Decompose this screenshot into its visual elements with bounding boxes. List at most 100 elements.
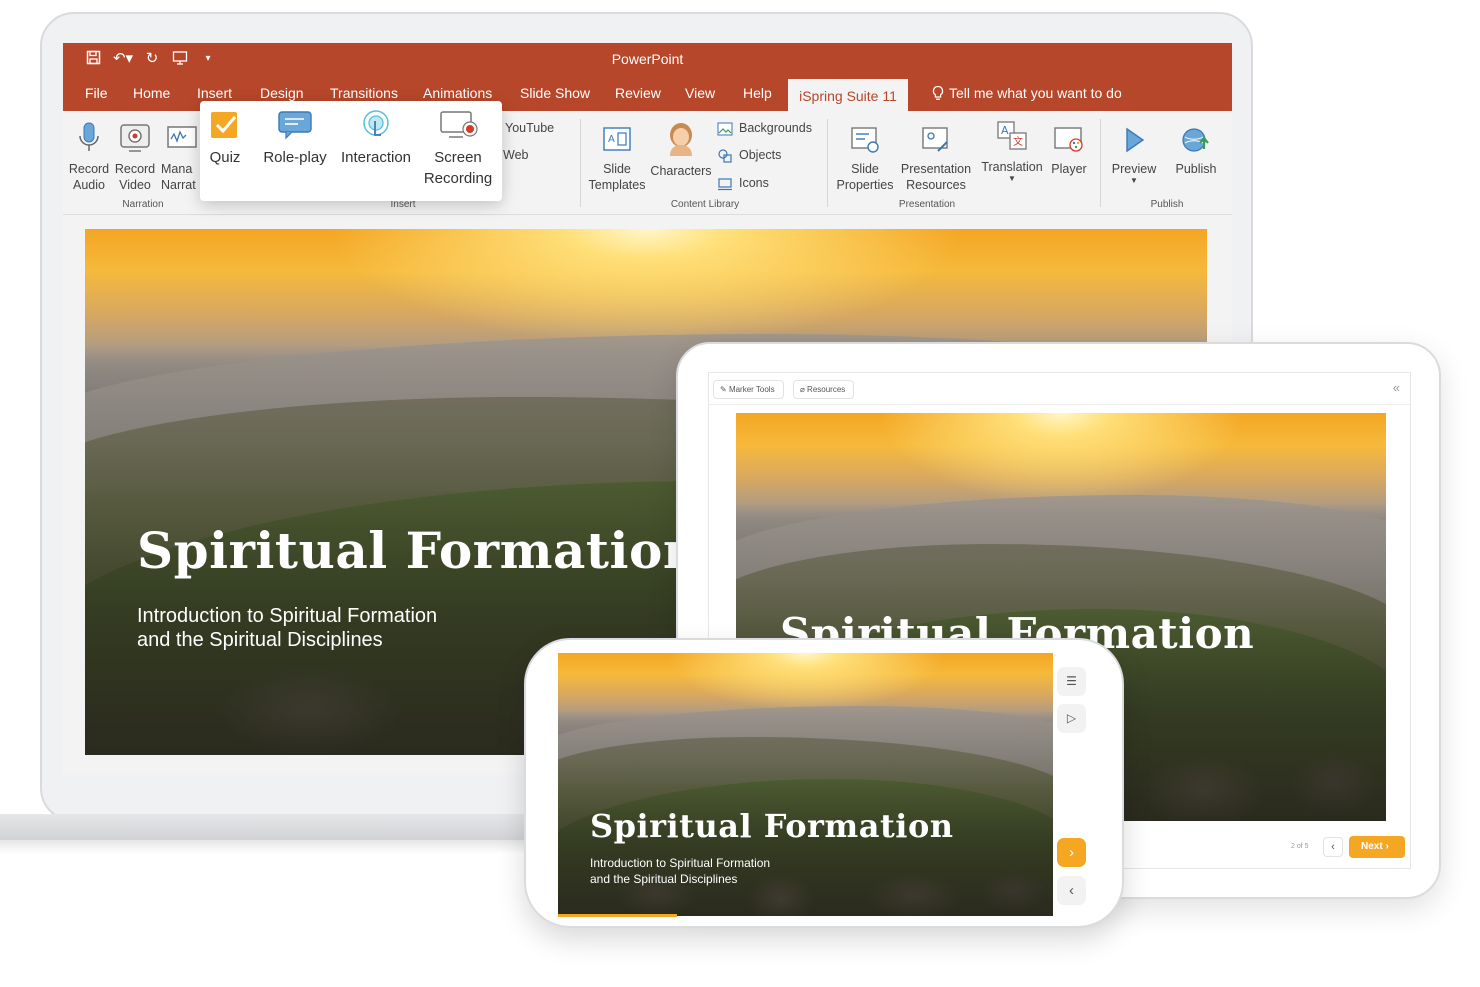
chevron-left-icon[interactable]: ‹ bbox=[1057, 876, 1086, 905]
tab-design[interactable]: Design bbox=[260, 85, 304, 101]
phone-device: Spiritual Formation Introduction to Spir… bbox=[524, 638, 1124, 928]
touch-interaction-icon bbox=[363, 110, 389, 136]
translation-button[interactable]: A文 Translation ▼ bbox=[977, 119, 1047, 183]
presentation-resources-button[interactable]: Presentation Resources bbox=[897, 125, 975, 193]
role-play-button[interactable]: Role-play bbox=[258, 109, 332, 168]
slide-subtitle-line1: Introduction to Spiritual Formation bbox=[137, 605, 438, 627]
player-top-bar: ✎ Marker Tools ⌀ Resources « bbox=[709, 373, 1410, 405]
presentation-resources-label: Presentation Resources bbox=[900, 162, 972, 192]
tab-file[interactable]: File bbox=[85, 85, 108, 101]
title-bar: ↶▾ ↻ ▾ PowerPoint bbox=[63, 43, 1232, 75]
image-icon bbox=[717, 122, 733, 136]
record-video-button[interactable]: Record Video bbox=[113, 121, 157, 193]
screen-recording-label: Screen Recording bbox=[423, 149, 493, 187]
tab-view[interactable]: View bbox=[685, 85, 715, 101]
character-icon bbox=[670, 123, 692, 156]
slide-properties-button[interactable]: Slide Properties bbox=[833, 125, 897, 193]
tab-ispring-suite[interactable]: iSpring Suite 11 bbox=[788, 79, 908, 115]
webcam-icon bbox=[120, 124, 150, 152]
marker-tools-button[interactable]: ✎ Marker Tools bbox=[713, 380, 784, 399]
ribbon-separator bbox=[1100, 119, 1101, 207]
resources-icon bbox=[922, 127, 948, 152]
laptop-base-shadow bbox=[0, 840, 540, 854]
manage-narration-button[interactable]: Mana Narrat bbox=[161, 121, 201, 193]
tab-insert[interactable]: Insert bbox=[197, 85, 232, 101]
tell-me-label: Tell me what you want to do bbox=[949, 85, 1122, 101]
preview-button[interactable]: Preview ▼ bbox=[1107, 125, 1161, 185]
lightbulb-icon bbox=[932, 85, 944, 100]
play-icon[interactable]: ▷ bbox=[1057, 704, 1086, 733]
resources-button[interactable]: ⌀ Resources bbox=[793, 380, 855, 399]
record-audio-button[interactable]: Record Audio bbox=[67, 121, 111, 193]
tab-animations[interactable]: Animations bbox=[423, 85, 492, 101]
insert-popup: Quiz Role-play Interaction Screen Record… bbox=[200, 101, 502, 201]
characters-button[interactable]: Characters bbox=[649, 119, 713, 179]
dropdown-arrow-icon: ▼ bbox=[1008, 174, 1016, 183]
quiz-label: Quiz bbox=[209, 149, 241, 166]
tab-transitions[interactable]: Transitions bbox=[330, 85, 398, 101]
interaction-button[interactable]: Interaction bbox=[336, 109, 416, 168]
phone-slide: Spiritual Formation Introduction to Spir… bbox=[558, 653, 1053, 916]
tab-help[interactable]: Help bbox=[743, 85, 772, 101]
previous-slide-button[interactable]: ‹ bbox=[1323, 837, 1343, 857]
record-video-label: Record Video bbox=[114, 162, 156, 192]
translation-icon: A文 bbox=[997, 121, 1027, 150]
characters-label: Characters bbox=[650, 164, 712, 178]
microphone-icon bbox=[79, 122, 99, 151]
tab-ispring-suite-label: iSpring Suite 11 bbox=[799, 88, 897, 104]
marker-tools-label: Marker Tools bbox=[728, 385, 775, 394]
screen-recording-button[interactable]: Screen Recording bbox=[418, 109, 498, 189]
slide-counter: 2 of 5 bbox=[1291, 843, 1309, 850]
player-label: Player bbox=[1051, 162, 1087, 176]
list-icon[interactable]: ☰ bbox=[1057, 667, 1086, 696]
collapse-sidebar-icon[interactable]: « bbox=[1393, 380, 1400, 395]
window-title: PowerPoint bbox=[611, 51, 684, 67]
slide-subtitle-line2: and the Spiritual Disciplines bbox=[137, 629, 383, 651]
manage-narration-label: Mana Narrat bbox=[161, 162, 196, 192]
globe-upload-icon bbox=[1182, 128, 1209, 152]
publish-label: Publish bbox=[1175, 162, 1217, 176]
tab-review[interactable]: Review bbox=[615, 85, 661, 101]
player-button[interactable]: Player bbox=[1047, 125, 1091, 177]
youtube-button[interactable]: YouTube bbox=[505, 121, 554, 135]
slide-properties-icon bbox=[851, 127, 879, 153]
narration-group-label: Narration bbox=[122, 199, 164, 210]
play-icon bbox=[1126, 127, 1145, 153]
marker-icon: ✎ bbox=[720, 385, 729, 394]
icons-label: Icons bbox=[739, 176, 769, 190]
player-settings-icon bbox=[1054, 127, 1083, 152]
web-button[interactable]: Web bbox=[503, 148, 528, 162]
timeline-icon bbox=[167, 126, 197, 148]
svg-text:A: A bbox=[1001, 124, 1009, 137]
tab-home[interactable]: Home bbox=[133, 85, 170, 101]
objects-button[interactable]: Objects bbox=[717, 148, 781, 163]
backgrounds-button[interactable]: Backgrounds bbox=[717, 121, 812, 136]
next-slide-button[interactable]: Next › bbox=[1349, 836, 1405, 858]
slide-templates-icon: A bbox=[603, 127, 631, 151]
resources-label: Resources bbox=[807, 385, 846, 394]
publish-button[interactable]: Publish bbox=[1167, 125, 1225, 177]
quiz-checkbox-icon bbox=[211, 112, 237, 138]
slide-templates-button[interactable]: A Slide Templates bbox=[583, 125, 651, 193]
slide-title: Spiritual Formation bbox=[137, 521, 700, 580]
tell-me-search[interactable]: Tell me what you want to do bbox=[931, 85, 1122, 101]
ribbon-separator bbox=[827, 119, 828, 207]
laptop-base bbox=[0, 814, 560, 840]
interaction-label: Interaction bbox=[340, 149, 412, 166]
screen-record-icon bbox=[440, 111, 478, 138]
record-audio-label: Record Audio bbox=[68, 162, 110, 192]
playback-progress-bar bbox=[558, 914, 677, 917]
slide-templates-label: Slide Templates bbox=[588, 162, 646, 192]
shapes-icon bbox=[718, 149, 732, 163]
chevron-right-icon[interactable]: › bbox=[1057, 838, 1086, 867]
quiz-button[interactable]: Quiz bbox=[202, 109, 248, 168]
icons-button[interactable]: Icons bbox=[717, 176, 769, 191]
svg-text:文: 文 bbox=[1013, 135, 1023, 148]
tab-slide-show[interactable]: Slide Show bbox=[520, 85, 590, 101]
preview-label: Preview bbox=[1111, 162, 1157, 176]
icons-library-icon bbox=[718, 178, 732, 190]
backgrounds-label: Backgrounds bbox=[739, 121, 812, 135]
phone-slide-subtitle-line2: and the Spiritual Disciplines bbox=[590, 872, 738, 886]
translation-label: Translation bbox=[981, 160, 1043, 174]
speech-bubble-icon bbox=[278, 111, 312, 140]
